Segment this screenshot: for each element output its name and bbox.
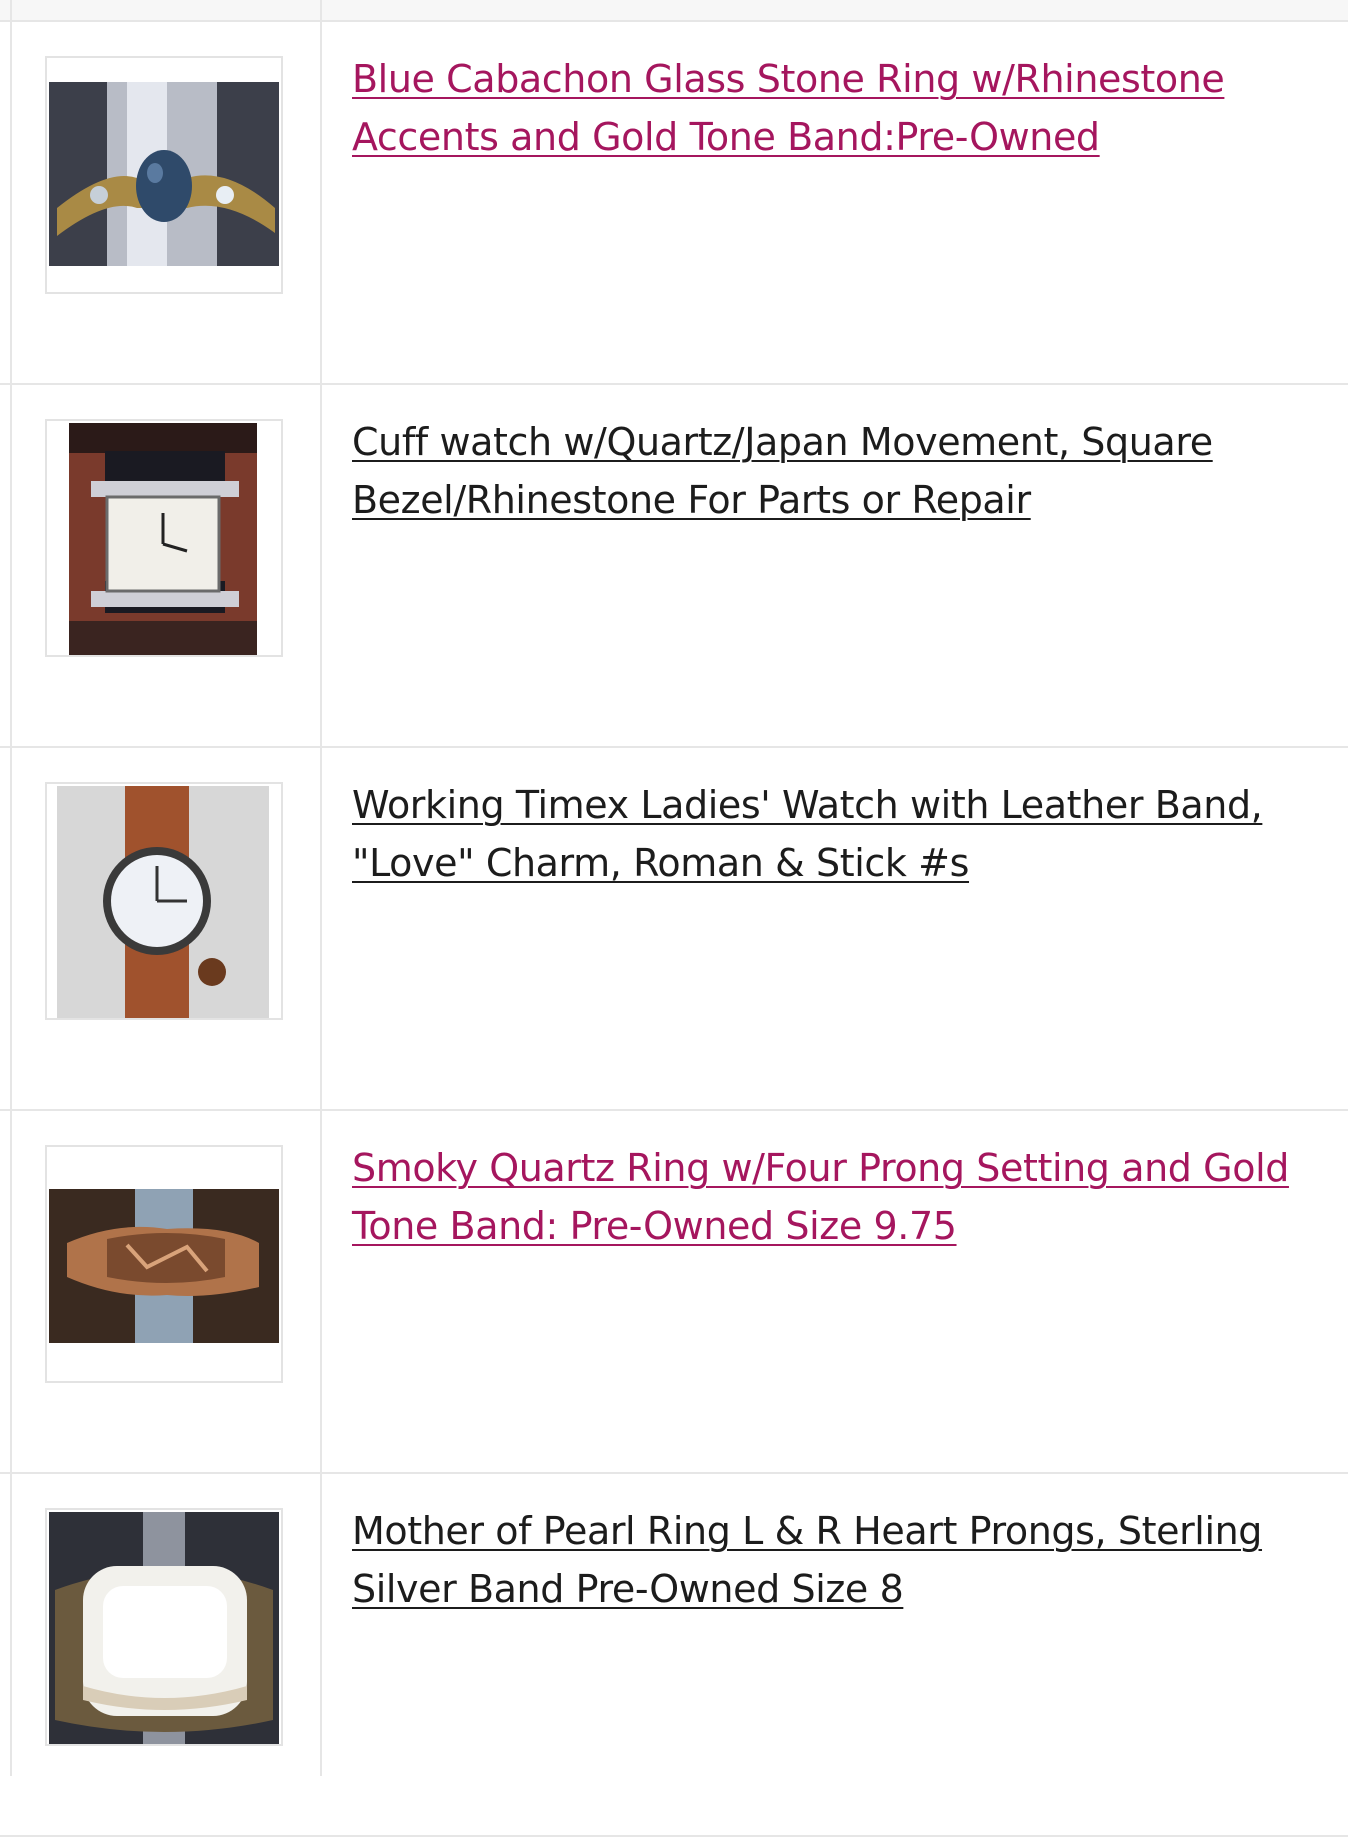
listing-title-link[interactable]: Working Timex Ladies' Watch with Leather… [352, 776, 1302, 892]
listing-title-link[interactable]: Blue Cabachon Glass Stone Ring w/Rhinest… [352, 50, 1302, 166]
smoky-quartz-ring-photo [47, 1147, 281, 1381]
cuff-watch-photo [47, 421, 281, 655]
ring-blue-cabochon-photo [47, 58, 281, 292]
listing-title-link[interactable]: Mother of Pearl Ring L & R Heart Prongs,… [352, 1502, 1302, 1618]
smoky-quartz-ring-photo-thumbnail[interactable] [45, 1145, 283, 1383]
leather-watch-photo [47, 784, 281, 1018]
listing-title-link[interactable]: Smoky Quartz Ring w/Four Prong Setting a… [352, 1139, 1302, 1255]
mother-of-pearl-ring-photo-thumbnail[interactable] [45, 1508, 283, 1746]
cuff-watch-photo-thumbnail[interactable] [45, 419, 283, 657]
mother-of-pearl-ring-photo [47, 1510, 281, 1744]
table-row: Mother of Pearl Ring L & R Heart Prongs,… [0, 1474, 1348, 1837]
table-row: Smoky Quartz Ring w/Four Prong Setting a… [0, 1111, 1348, 1474]
table-row: Cuff watch w/Quartz/Japan Movement, Squa… [0, 385, 1348, 748]
ring-blue-cabochon-photo-thumbnail[interactable] [45, 56, 283, 294]
table-row: Working Timex Ladies' Watch with Leather… [0, 748, 1348, 1111]
listing-title-link[interactable]: Cuff watch w/Quartz/Japan Movement, Squa… [352, 413, 1302, 529]
leather-watch-photo-thumbnail[interactable] [45, 782, 283, 1020]
table-header-strip [0, 0, 1348, 22]
table-row: Blue Cabachon Glass Stone Ring w/Rhinest… [0, 22, 1348, 385]
